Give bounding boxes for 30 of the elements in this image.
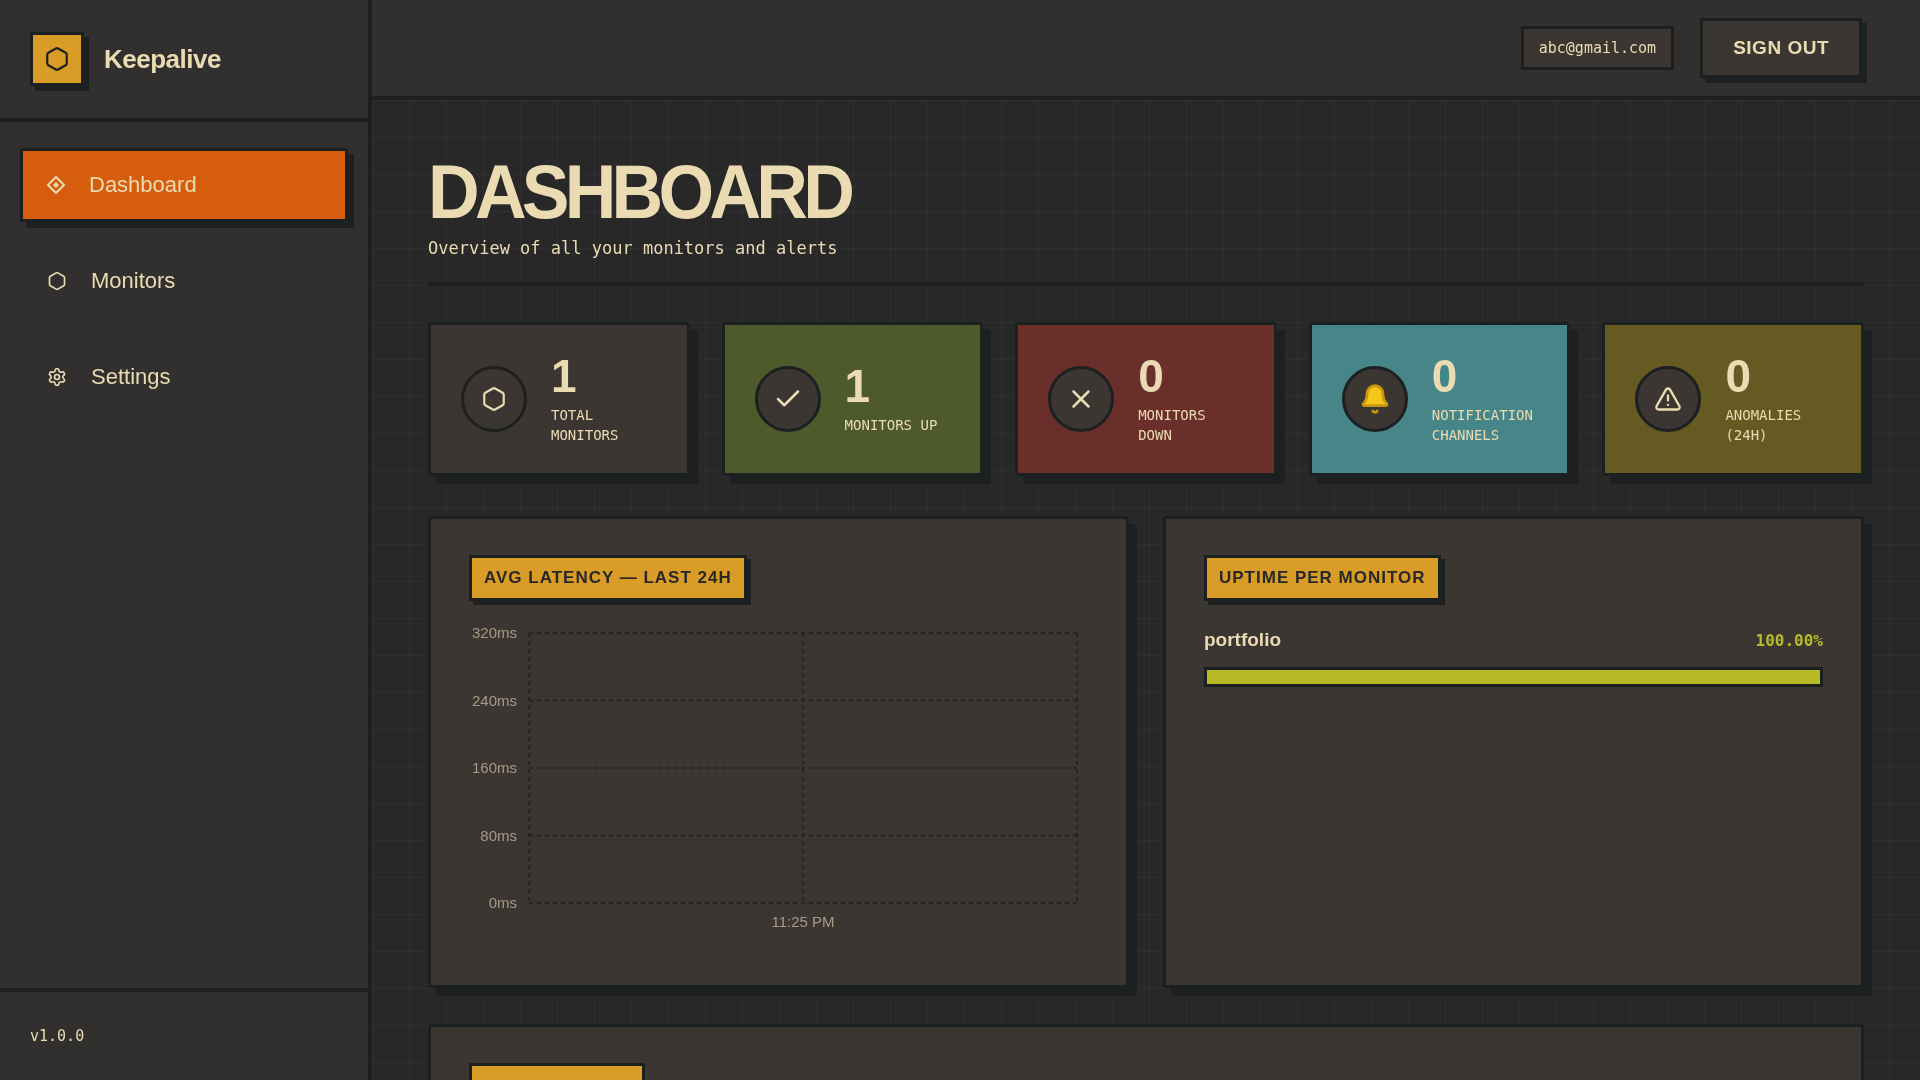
monitor-name: portfolio — [1204, 629, 1282, 651]
user-email: abc@gmail.com — [1520, 26, 1675, 70]
axis-label: 160ms — [471, 759, 517, 776]
stat-label: MONITORS UP — [844, 416, 938, 435]
stat-label: ANOMALIES (24H) — [1725, 406, 1803, 445]
hexagon-icon — [481, 386, 507, 412]
page-title: DASHBOARD — [428, 154, 852, 230]
axis-label: 240ms — [471, 691, 517, 709]
stat-value: 1 — [844, 363, 872, 409]
stat-label: NOTIFICATION CHANNELS — [1431, 406, 1534, 445]
stat-value: 0 — [1138, 353, 1165, 399]
stat-value: 0 — [1431, 353, 1459, 399]
axis-label: 11:25 PM — [771, 913, 835, 930]
hexagon-icon — [47, 271, 67, 291]
stat-value: 1 — [551, 353, 578, 399]
app-name: Keepalive — [104, 43, 221, 75]
nav-item[interactable]: Monitors — [20, 244, 348, 318]
nav-item[interactable]: Settings — [20, 340, 348, 414]
settings-icon — [47, 367, 67, 387]
axis-label: 320ms — [471, 624, 517, 641]
page-subtitle: Overview of all your monitors and alerts — [428, 238, 839, 258]
axis-label: 80ms — [480, 826, 517, 844]
uptime-percent: 100.00% — [1755, 630, 1823, 650]
version-label: v1.0.0 — [30, 1027, 85, 1045]
stat-label: TOTAL MONITORS — [551, 406, 620, 445]
diamond-icon — [47, 176, 65, 194]
axis-label: 0ms — [488, 894, 517, 911]
stat-label: MONITORS DOWN — [1138, 406, 1207, 445]
warning-icon — [1654, 385, 1683, 413]
stat-value: 0 — [1725, 353, 1752, 399]
